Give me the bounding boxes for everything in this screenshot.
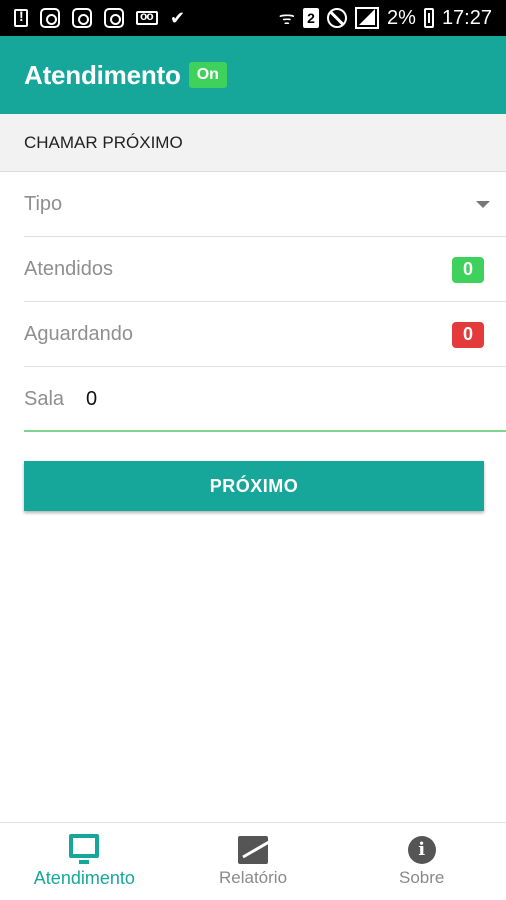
battery-percent: 2%	[387, 6, 416, 29]
nav-label: Sobre	[398, 867, 445, 887]
alert-icon	[14, 8, 28, 27]
chart-icon	[238, 835, 268, 864]
sala-input[interactable]: 0	[86, 388, 97, 411]
next-button[interactable]: PRÓXIMO	[24, 461, 484, 511]
atendidos-count-badge: 0	[452, 256, 484, 283]
tipo-select[interactable]: Tipo	[24, 173, 506, 237]
wifi-icon: ᯤ	[278, 8, 296, 28]
status-badge: On	[188, 62, 227, 88]
no-disturb-icon	[327, 8, 348, 28]
sala-label: Sala	[24, 387, 65, 410]
info-icon: i	[407, 835, 436, 864]
sim2-icon: 2	[303, 8, 320, 28]
atendidos-label: Atendidos	[24, 258, 113, 280]
nav-item-sobre[interactable]: i Sobre	[337, 823, 506, 900]
monitor-icon	[69, 834, 100, 864]
aguardando-label: Aguardando	[24, 323, 133, 345]
page-title: Atendimento	[24, 59, 181, 90]
nav-item-atendimento[interactable]: Atendimento	[0, 823, 169, 900]
nav-item-relatorio[interactable]: Relatório	[169, 823, 338, 900]
status-bar: ✔ ᯤ 2 2% 17:27	[0, 0, 506, 36]
notification-icons: ✔	[14, 8, 185, 29]
sala-field[interactable]: Sala 0	[24, 368, 506, 432]
aguardando-row: Aguardando 0	[24, 303, 506, 367]
battery-icon	[423, 8, 434, 28]
aguardando-count-badge: 0	[452, 321, 484, 348]
nav-label: Relatório	[218, 867, 288, 887]
signal-icon	[355, 7, 380, 29]
atendidos-row: Atendidos 0	[24, 238, 506, 302]
check-icon: ✔	[170, 7, 186, 28]
nav-label: Atendimento	[33, 868, 135, 888]
chevron-down-icon	[476, 201, 490, 208]
bottom-nav: Atendimento Relatório i Sobre	[0, 822, 506, 900]
tipo-label: Tipo	[24, 193, 63, 215]
system-icons: ᯤ 2 2% 17:27	[279, 6, 492, 30]
clock: 17:27	[441, 6, 492, 29]
app-bar: Atendimento On	[0, 36, 506, 114]
voicemail-icon	[136, 9, 158, 25]
instagram-icon	[72, 8, 92, 28]
instagram-icon	[104, 8, 124, 28]
instagram-icon	[40, 8, 60, 28]
section-header: CHAMAR PRÓXIMO	[0, 114, 506, 172]
